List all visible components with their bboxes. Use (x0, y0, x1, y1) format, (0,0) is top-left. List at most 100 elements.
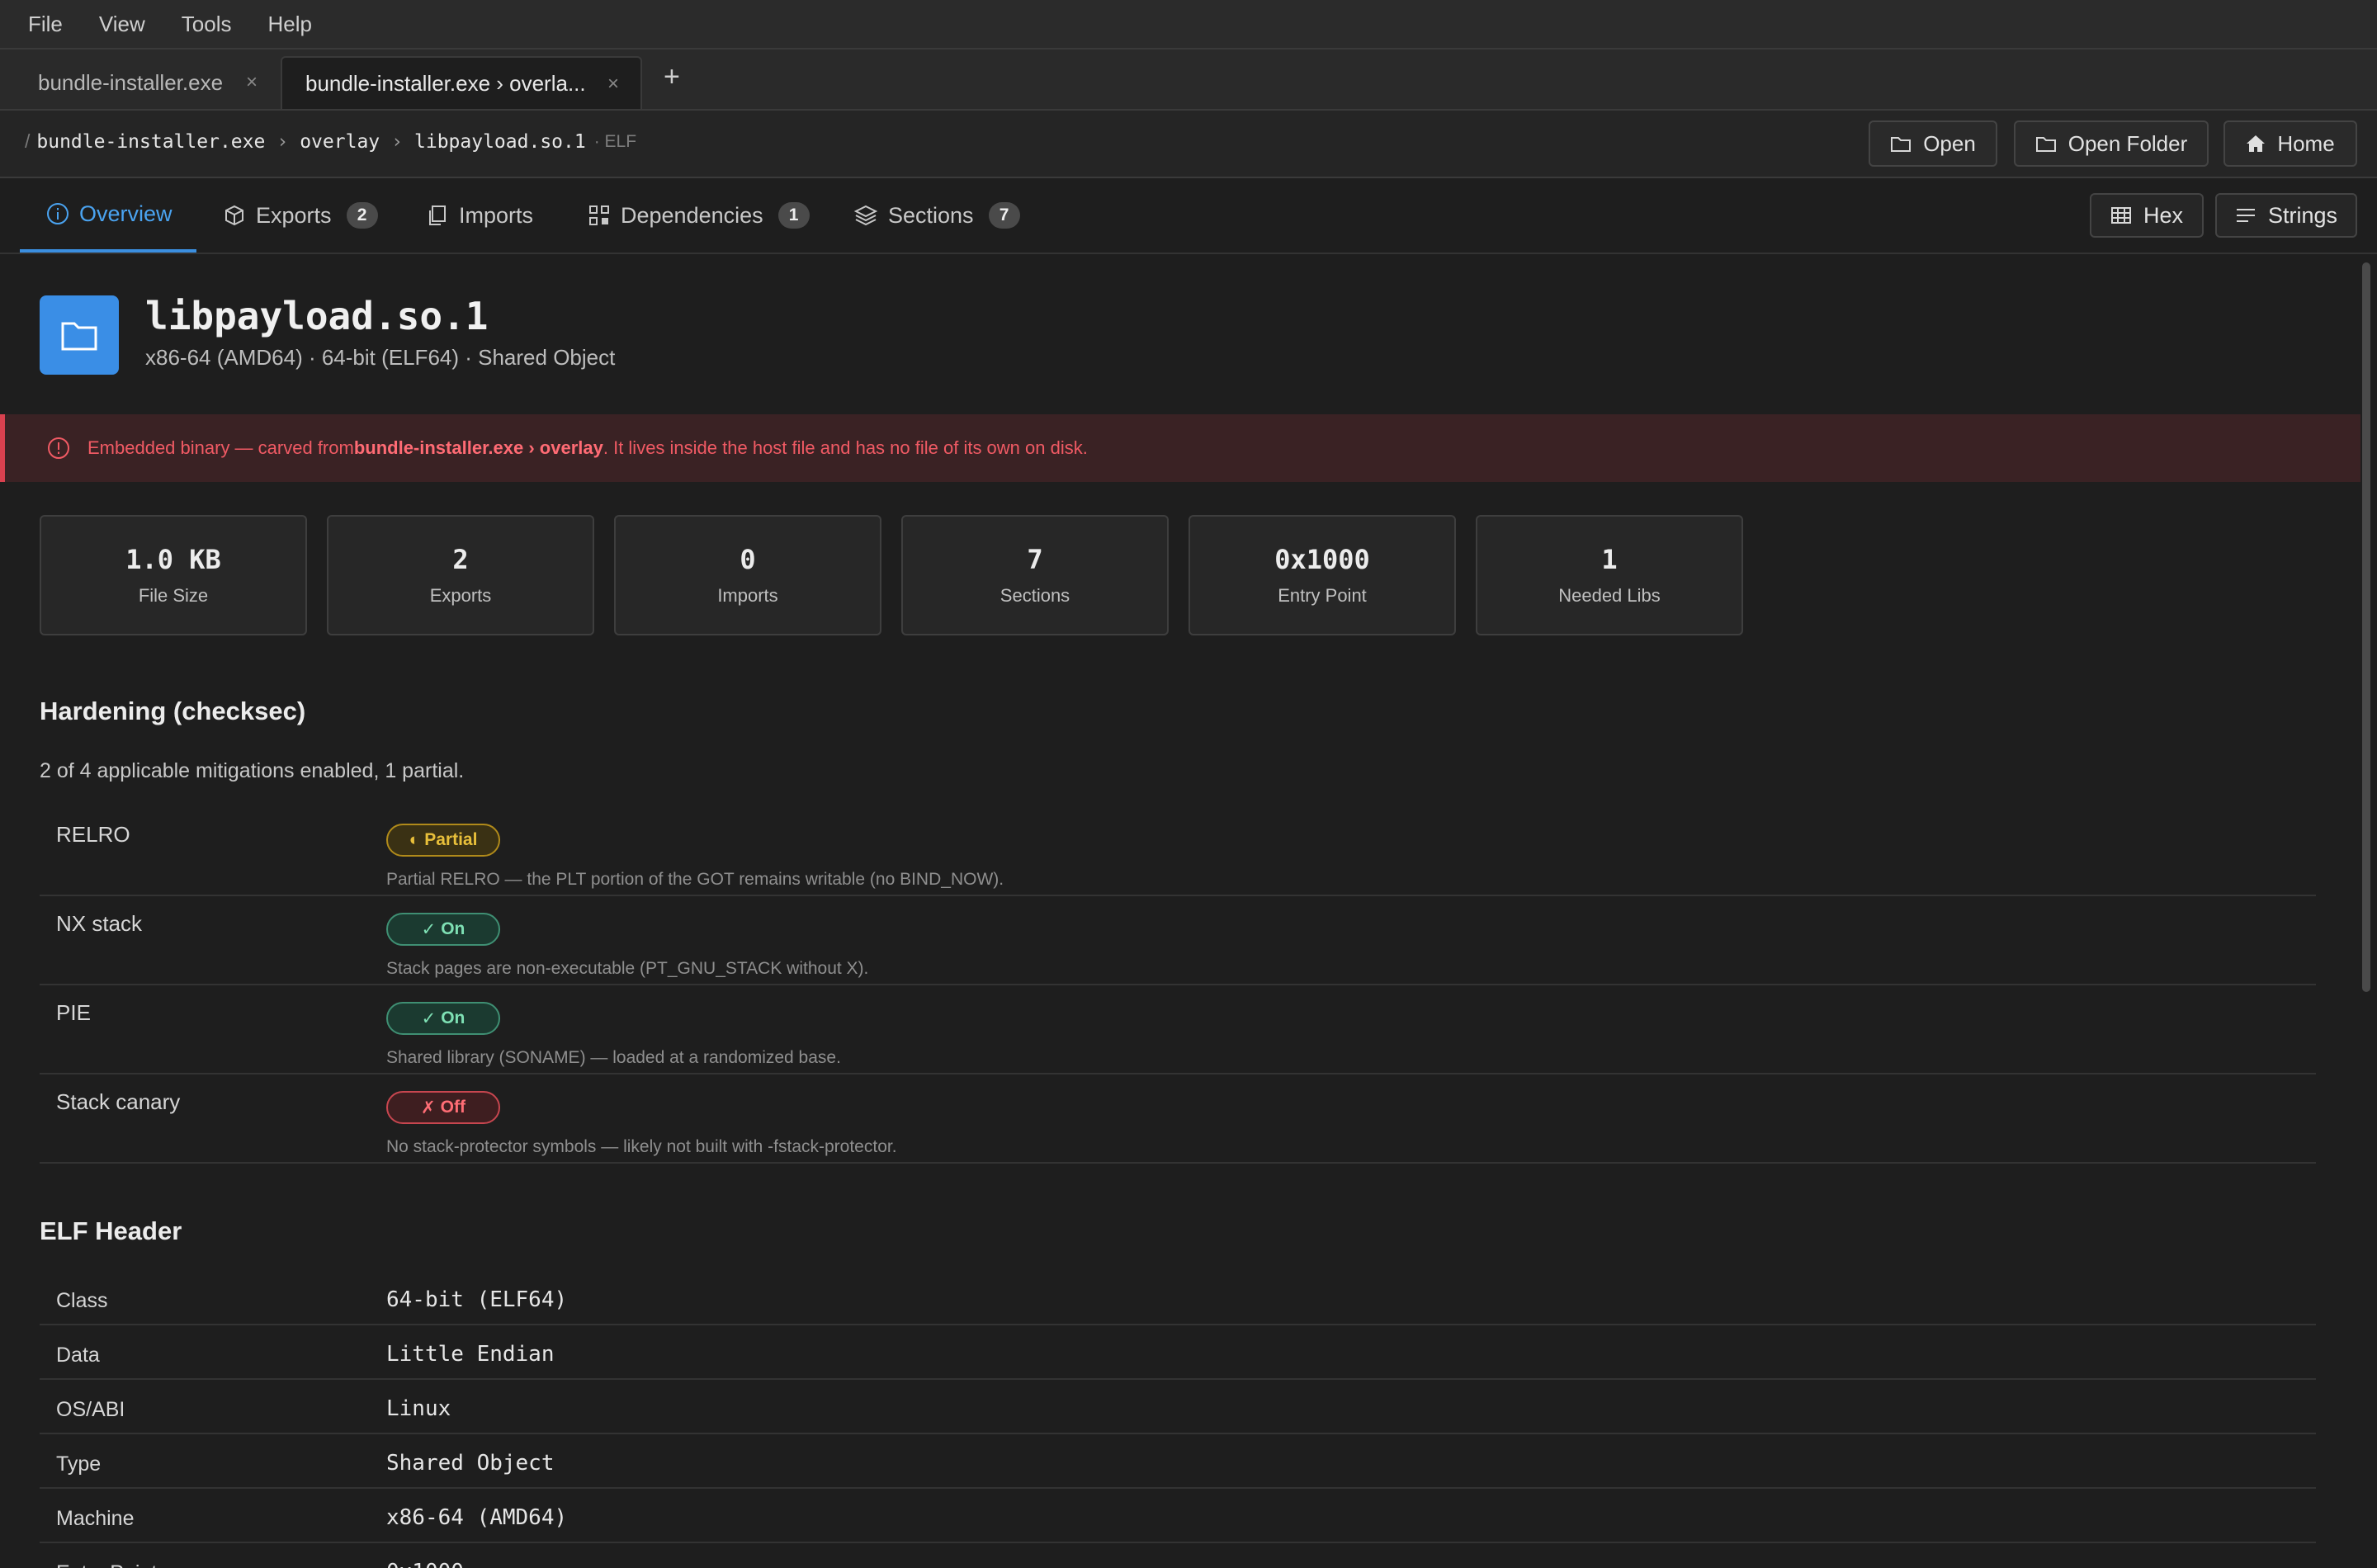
elf-row-type: Type Shared Object (40, 1434, 2316, 1489)
field-key: OS/ABI (56, 1398, 125, 1421)
text-lines-icon (2236, 209, 2255, 222)
elf-row-class: Class 64-bit (ELF64) (40, 1271, 2316, 1325)
field-value: 64-bit (ELF64) (386, 1287, 568, 1312)
tab-dependencies[interactable]: Dependencies 1 (588, 178, 810, 253)
mitigation-row-relro: RELRO ◐ Partial Partial RELRO — the PLT … (40, 807, 2316, 896)
stat-entry-point: 0x1000 Entry Point (1188, 515, 1456, 635)
info-icon (47, 203, 69, 224)
tab-exports-label: Exports (256, 202, 332, 228)
tab-imports-label: Imports (459, 202, 534, 228)
open-folder-button-label: Open Folder (2067, 130, 2188, 156)
file-title: libpayload.so.1 (145, 294, 489, 338)
stat-value: 0x1000 (1274, 544, 1370, 575)
tab-sections[interactable]: Sections 7 (853, 178, 1020, 253)
menu-bar: File View Tools Help (0, 0, 2377, 50)
sections-count-badge: 7 (988, 202, 1020, 229)
field-value: Shared Object (386, 1451, 555, 1476)
open-button[interactable]: Open (1869, 120, 1997, 167)
mitigation-description: Partial RELRO — the PLT portion of the G… (386, 870, 1004, 889)
home-button[interactable]: Home (2223, 120, 2357, 167)
add-tab-icon[interactable]: + (664, 61, 680, 93)
mitigation-description: Stack pages are non-executable (PT_GNU_S… (386, 959, 869, 978)
breadcrumb-item-overlay[interactable]: overlay (300, 131, 380, 153)
stat-value: 1.0 KB (125, 544, 221, 575)
open-button-label: Open (1923, 130, 1976, 156)
table-icon (2110, 207, 2131, 224)
stat-exports: 2 Exports (327, 515, 594, 635)
home-button-label: Home (2277, 130, 2335, 156)
folder-icon (2035, 137, 2056, 152)
status-label: On (441, 919, 465, 938)
close-icon[interactable]: × (246, 71, 258, 94)
mitigation-name: NX stack (56, 911, 143, 936)
alert-separator: › (523, 437, 540, 458)
copy-icon (429, 205, 446, 225)
menu-tools[interactable]: Tools (182, 12, 232, 37)
folder-icon (1891, 137, 1912, 152)
home-icon (2247, 135, 2266, 152)
strings-view-button[interactable]: Strings (2215, 193, 2357, 238)
breadcrumb-separator: › (276, 130, 289, 153)
layers-icon (853, 205, 878, 226)
stat-sections: 7 Sections (901, 515, 1169, 635)
dependencies-count-badge: 1 (777, 202, 810, 229)
breadcrumb-item-host[interactable]: bundle-installer.exe (36, 131, 265, 153)
package-icon (225, 205, 243, 226)
tab-embedded-file[interactable]: bundle-installer.exe › overla... × (281, 56, 642, 109)
stats-row: 1.0 KB File Size 2 Exports 0 Imports 7 S… (40, 515, 1743, 635)
section-tabs: Overview Exports 2 Imports Dependencies … (0, 178, 2377, 254)
field-value: Linux (386, 1396, 451, 1421)
open-folder-button[interactable]: Open Folder (2014, 120, 2209, 167)
tab-label: bundle-installer.exe (38, 69, 224, 95)
status-badge: ✓ On (386, 913, 500, 946)
menu-file[interactable]: File (28, 12, 63, 37)
status-badge: ✓ On (386, 1002, 500, 1035)
menu-view[interactable]: View (99, 12, 145, 37)
stat-label: Sections (999, 585, 1070, 606)
mitigation-name: Stack canary (56, 1089, 181, 1114)
elf-row-os-abi: OS/ABI Linux (40, 1380, 2316, 1434)
breadcrumb-root: / (25, 130, 31, 152)
stat-file-size: 1.0 KB File Size (40, 515, 307, 635)
close-icon[interactable]: × (607, 73, 619, 96)
mitigation-description: No stack-protector symbols — likely not … (386, 1137, 897, 1156)
hardening-heading: Hardening (checksec) (40, 697, 306, 725)
tab-imports[interactable]: Imports (426, 178, 533, 253)
half-circle-icon: ◐ (409, 830, 420, 849)
breadcrumb-separator: › (391, 130, 403, 153)
grid-icon (589, 205, 609, 225)
stat-value: 7 (1027, 544, 1043, 575)
tab-host-file[interactable]: bundle-installer.exe × (0, 56, 279, 109)
tab-exports[interactable]: Exports 2 (223, 178, 378, 253)
status-badge: ◐ Partial (386, 824, 500, 857)
mitigation-row-nx: NX stack ✓ On Stack pages are non-execut… (40, 896, 2316, 985)
alert-circle-icon (48, 437, 69, 459)
field-value: x86-64 (AMD64) (386, 1505, 568, 1530)
stat-label: Exports (429, 585, 492, 606)
field-key: Type (56, 1452, 102, 1476)
mitigation-row-pie: PIE ✓ On Shared library (SONAME) — loade… (40, 985, 2316, 1074)
hardening-summary: 2 of 4 applicable mitigations enabled, 1… (40, 759, 465, 782)
tab-dependencies-label: Dependencies (621, 202, 763, 228)
breadcrumb-item-current: libpayload.so.1 (414, 130, 586, 153)
scrollbar-thumb[interactable] (2362, 262, 2370, 992)
mitigation-row-stack-canary: Stack canary ✗ Off No stack-protector sy… (40, 1074, 2316, 1164)
stat-label: Needed Libs (1558, 585, 1661, 606)
menu-help[interactable]: Help (268, 12, 312, 37)
hex-view-label: Hex (2143, 202, 2183, 228)
status-badge: ✗ Off (386, 1091, 500, 1124)
tab-label: bundle-installer.exe › overla... (305, 70, 586, 96)
embedded-binary-alert: Embedded binary — carved from bundle-ins… (0, 414, 2360, 482)
stat-value: 1 (1601, 544, 1618, 575)
mitigation-description: Shared library (SONAME) — loaded at a ra… (386, 1048, 841, 1067)
field-key: Machine (56, 1507, 135, 1530)
status-label: Off (440, 1098, 465, 1117)
elf-row-entry-point: Entry Point 0x1000 (40, 1543, 2316, 1568)
breadcrumb-bar: / bundle-installer.exe › overlay › libpa… (0, 111, 2377, 178)
stat-label: Imports (717, 585, 778, 606)
hex-view-button[interactable]: Hex (2090, 193, 2204, 238)
alert-region: overlay (539, 437, 603, 458)
tab-overview[interactable]: Overview (20, 178, 196, 253)
stat-imports: 0 Imports (614, 515, 881, 635)
elf-row-machine: Machine x86-64 (AMD64) (40, 1489, 2316, 1543)
